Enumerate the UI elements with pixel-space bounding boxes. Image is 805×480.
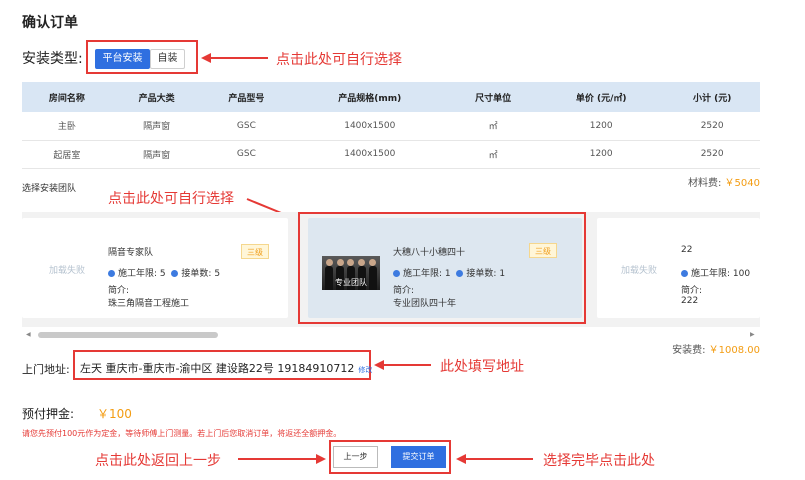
- years-value: 5: [159, 269, 166, 279]
- years-label: 施工年限:: [691, 269, 731, 279]
- column-header: 产品大类: [111, 82, 202, 112]
- deposit-notice: 请您先预付100元作为定金，等待师傅上门测量。若上门后您取消订单，将返还全额押金…: [22, 429, 342, 438]
- table-row: 主卧 隔声窗 GSC 1400x1500 ㎡ 1200 2520: [22, 112, 760, 141]
- annotation-arrow-line: [383, 364, 431, 366]
- address-label: 上门地址:: [22, 363, 70, 376]
- install-fee: 安装费: ￥1008.00: [672, 341, 760, 356]
- team-stats: 施工年限: 5 接单数: 5: [108, 266, 220, 279]
- prev-step-button[interactable]: 上一步: [333, 446, 378, 468]
- annotation-install-type: 点击此处可自行选择: [276, 52, 402, 68]
- install-fee-label: 安装费:: [672, 345, 706, 356]
- team-intro: 222: [681, 296, 699, 306]
- table-cell: 2520: [664, 112, 760, 141]
- edit-address-link[interactable]: 修改: [358, 366, 372, 374]
- team-stats: 施工年限: 100: [681, 266, 750, 279]
- table-header-row: 房间名称 产品大类 产品型号 产品规格(mm) 尺寸单位 单价 (元/㎡) 小计…: [22, 82, 760, 112]
- annotation-arrow-head: [316, 454, 326, 464]
- orders-value: 5: [214, 269, 221, 279]
- scroll-left-icon[interactable]: ◀: [26, 331, 31, 338]
- team-intro-label: 简介:: [108, 286, 130, 296]
- table-cell: 1400x1500: [291, 112, 449, 141]
- order-items-table: 房间名称 产品大类 产品型号 产品规格(mm) 尺寸单位 单价 (元/㎡) 小计…: [22, 82, 760, 169]
- table-cell: ㎡: [448, 112, 539, 141]
- address-value: 左天 重庆市-重庆市-渝中区 建设路22号 19184910712: [80, 362, 355, 375]
- team-section-label: 选择安装团队: [22, 184, 77, 194]
- install-fee-amount: ￥1008.00: [708, 345, 760, 356]
- annotation-address: 此处填写地址: [440, 359, 524, 375]
- orders-label: 接单数:: [181, 269, 212, 279]
- bullet-icon: [108, 270, 115, 277]
- team-card[interactable]: 加载失败 22 施工年限: 100 简介: 222: [597, 218, 760, 318]
- material-fee: 材料费: ￥5040: [688, 174, 760, 189]
- submit-order-button[interactable]: 提交订单: [391, 446, 446, 468]
- table-cell: ㎡: [448, 140, 539, 169]
- annotation-arrow-line: [238, 458, 316, 460]
- material-fee-amount: ￥5040: [724, 178, 760, 189]
- bullet-icon: [171, 270, 179, 277]
- table-cell: 隔声窗: [111, 140, 202, 169]
- deposit-amount: ￥100: [97, 407, 132, 421]
- team-intro: 珠三角隔音工程施工: [108, 299, 190, 309]
- scrollbar-thumb[interactable]: [38, 332, 218, 338]
- column-header: 产品型号: [201, 82, 292, 112]
- table-cell: 1400x1500: [291, 140, 449, 169]
- column-header: 产品规格(mm): [291, 82, 449, 112]
- install-type-platform-button[interactable]: 平台安装: [95, 49, 150, 69]
- install-type-highlight: 平台安装 自装: [86, 40, 198, 74]
- team-name: 隔音专家队: [108, 248, 154, 258]
- material-fee-label: 材料费:: [687, 178, 722, 189]
- team-image-fallback: 加载失败: [49, 266, 86, 276]
- team-card[interactable]: 加载失败 隔音专家队 三级 施工年限: 5 接单数: 5 简介: 珠三角隔音工程…: [22, 218, 288, 318]
- page-title: 确认订单: [22, 15, 78, 31]
- annotation-arrow-line: [465, 458, 533, 460]
- team-image-fallback: 加载失败: [621, 266, 658, 276]
- team-card-highlight: [298, 212, 586, 324]
- table-cell: 1200: [538, 112, 665, 141]
- annotation-prev: 点击此处返回上一步: [95, 453, 221, 469]
- years-label: 施工年限:: [118, 269, 158, 279]
- install-type-self-button[interactable]: 自装: [150, 49, 185, 69]
- annotation-submit: 选择完毕点击此处: [543, 453, 655, 469]
- table-cell: GSC: [201, 140, 292, 169]
- team-intro-label: 简介:: [681, 286, 703, 296]
- address-line: 左天 重庆市-重庆市-渝中区 建设路22号 19184910712 修改: [80, 360, 372, 376]
- column-header: 小计 (元): [664, 82, 760, 112]
- table-cell: 起居室: [22, 140, 112, 169]
- table-cell: 2520: [664, 140, 760, 169]
- table-cell: 隔声窗: [111, 112, 202, 141]
- column-header: 单价 (元/㎡): [538, 82, 665, 112]
- install-type-label: 安装类型:: [22, 51, 83, 67]
- column-header: 房间名称: [22, 82, 112, 112]
- table-cell: 主卧: [22, 112, 112, 141]
- scroll-right-icon[interactable]: ▶: [750, 331, 755, 338]
- annotation-team: 点击此处可自行选择: [108, 191, 234, 207]
- annotation-arrow-line: [210, 57, 268, 59]
- team-name: 22: [681, 245, 693, 255]
- years-value: 100: [732, 269, 751, 279]
- address-highlight: 左天 重庆市-重庆市-渝中区 建设路22号 19184910712 修改: [73, 350, 372, 380]
- table-cell: 1200: [538, 140, 665, 169]
- bullet-icon: [681, 270, 688, 277]
- team-level-badge: 三级: [241, 244, 269, 259]
- deposit-label: 预付押金:: [22, 407, 75, 421]
- column-header: 尺寸单位: [448, 82, 539, 112]
- table-row: 起居室 隔声窗 GSC 1400x1500 ㎡ 1200 2520: [22, 140, 760, 169]
- table-cell: GSC: [201, 112, 292, 141]
